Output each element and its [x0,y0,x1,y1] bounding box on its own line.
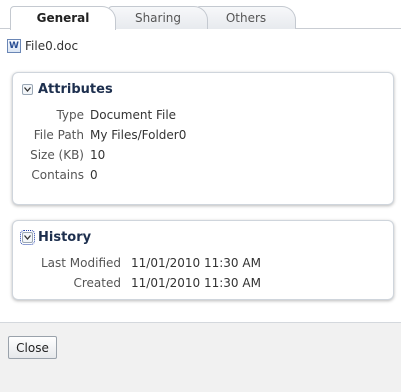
file-header: W File0.doc [7,37,78,55]
attribute-value: My Files/Folder0 [90,128,187,142]
attribute-label: Contains [31,168,84,182]
collapse-toggle-icon[interactable] [20,229,35,245]
tab-sharing[interactable]: Sharing [108,6,208,29]
attribute-row-size: Size (KB) 10 [25,148,365,164]
attribute-value: 10 [90,148,106,162]
close-button[interactable]: Close [8,336,57,359]
attributes-header[interactable]: Attributes [22,80,113,98]
attribute-value: Document File [90,108,177,122]
history-label: Created [73,276,122,290]
collapse-toggle-icon[interactable] [22,83,33,95]
attribute-label: File Path [33,128,84,142]
attributes-title: Attributes [38,81,113,97]
history-panel: History Last Modified 11/01/2010 11:30 A… [12,220,394,300]
tab-bar: Others Sharing General [0,0,401,30]
attribute-row-type: Type Document File [25,108,365,124]
file-name: File0.doc [25,39,79,53]
tab-general[interactable]: General [10,6,116,30]
history-title: History [38,229,92,245]
history-value: 11/01/2010 11:30 AM [131,276,261,290]
attribute-label: Size (KB) [30,148,84,162]
dialog-footer: Close [0,323,401,392]
attribute-row-file-path: File Path My Files/Folder0 [25,128,365,144]
history-header[interactable]: History [20,228,92,246]
attribute-row-contains: Contains 0 [25,168,365,184]
history-row-created: Created 11/01/2010 11:30 AM [27,276,367,292]
tab-others[interactable]: Others [196,6,296,29]
attributes-panel: Attributes Type Document File File Path … [12,72,394,205]
word-document-icon: W [7,39,21,53]
history-value: 11/01/2010 11:30 AM [131,256,261,270]
history-label: Last Modified [40,256,121,270]
attribute-label: Type [56,108,84,122]
history-row-last-modified: Last Modified 11/01/2010 11:30 AM [27,256,367,272]
attribute-value: 0 [90,168,98,182]
